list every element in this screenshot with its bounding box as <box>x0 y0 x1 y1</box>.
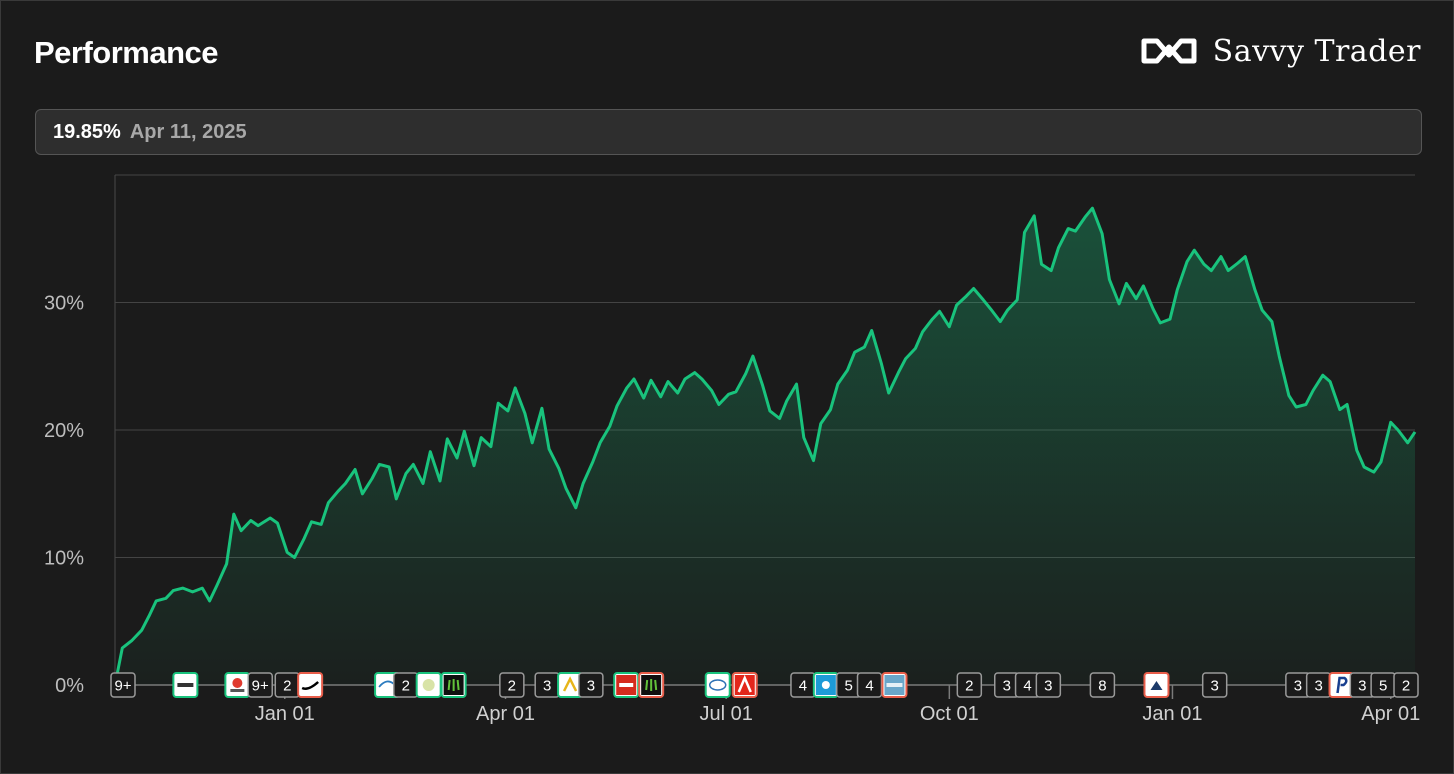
marker-count: 4 <box>1023 678 1031 695</box>
trade-count-marker[interactable]: 2 <box>1393 672 1419 698</box>
trade-count-marker[interactable]: 9+ <box>247 672 273 698</box>
monster-logo-icon <box>638 672 665 698</box>
trade-logo-marker[interactable] <box>224 672 251 698</box>
trade-count-marker[interactable]: 3 <box>1201 672 1228 698</box>
marker-count: 2 <box>965 678 973 695</box>
trade-logo-marker[interactable] <box>731 672 758 698</box>
marker-count: 2 <box>508 678 516 695</box>
marker-count: 3 <box>1211 678 1219 695</box>
mountain-logo-icon <box>1143 672 1170 698</box>
performance-area <box>115 208 1415 685</box>
y-tick-label: 30% <box>44 293 84 315</box>
y-tick-label: 10% <box>44 548 84 570</box>
marker-count: 3 <box>587 678 595 695</box>
performance-chart[interactable]: 0% 10% 20% 30% Jan 01 Apr 01 Jul 01 Oct 01 Jan … <box>0 0 1454 774</box>
marker-count: 3 <box>1044 678 1052 695</box>
starbucks-logo-icon <box>415 672 442 698</box>
trade-count-marker[interactable]: 5 <box>1370 672 1396 698</box>
y-tick-label: 20% <box>44 420 84 442</box>
y-tick-label: 0% <box>55 675 84 697</box>
trade-count-marker[interactable]: 8 <box>1089 672 1116 698</box>
marker-count: 4 <box>799 678 807 695</box>
adobe-logo-icon <box>731 672 758 698</box>
trade-logo-marker[interactable] <box>440 672 467 698</box>
x-tick-label: Jul 01 <box>700 703 753 725</box>
marker-count: 3 <box>1003 678 1011 695</box>
marker-count: 4 <box>865 678 873 695</box>
logo-mark <box>886 683 903 687</box>
x-tick-label: Apr 01 <box>476 703 535 725</box>
trade-logo-marker[interactable] <box>297 672 324 698</box>
x-tick-label: Jan 01 <box>255 703 315 725</box>
marker-count: 3 <box>1314 678 1322 695</box>
trade-count-marker[interactable]: 3 <box>1035 672 1062 698</box>
incyte-logo-icon <box>704 672 731 698</box>
trade-count-marker[interactable]: 3 <box>578 672 604 698</box>
marker-count: 3 <box>543 678 551 695</box>
trade-count-marker[interactable]: 2 <box>393 672 419 698</box>
logo-dot <box>821 681 830 689</box>
trade-count-marker[interactable]: 4 <box>790 672 816 698</box>
marker-count: 3 <box>1358 678 1366 695</box>
marker-count: 5 <box>845 678 853 695</box>
adp-logo-icon <box>613 672 640 698</box>
y-axis: 0% 10% 20% 30% <box>44 293 84 698</box>
trade-count-marker[interactable]: 3 <box>1305 672 1332 698</box>
trade-logo-marker[interactable] <box>638 672 665 698</box>
marker-count: 9+ <box>252 678 269 695</box>
trade-logo-marker[interactable] <box>1143 672 1170 698</box>
monster-logo-icon <box>440 672 467 698</box>
trade-count-marker[interactable]: 4 <box>856 672 883 698</box>
ametek-logo-icon <box>172 672 199 698</box>
logo-mark <box>422 679 435 691</box>
sun-logo-icon <box>812 672 839 698</box>
marker-count: 2 <box>402 678 410 695</box>
trade-logo-marker[interactable] <box>613 672 640 698</box>
trade-count-marker[interactable]: 9+ <box>110 672 136 698</box>
trade-logo-marker[interactable] <box>704 672 731 698</box>
x-tick-label: Oct 01 <box>920 703 979 725</box>
trade-logo-marker[interactable] <box>415 672 442 698</box>
trade-count-marker[interactable]: 2 <box>956 672 983 698</box>
trade-logo-marker[interactable] <box>812 672 839 698</box>
x-tick-label: Jan 01 <box>1142 703 1202 725</box>
logo-text <box>177 683 194 687</box>
x-tick-label: Apr 01 <box>1361 703 1420 725</box>
logo-mark <box>232 678 243 688</box>
trade-count-marker[interactable]: 2 <box>274 672 301 698</box>
marker-count: 8 <box>1098 678 1106 695</box>
marker-count: 3 <box>1294 678 1302 695</box>
globe-logo-icon <box>881 672 908 698</box>
microchip-logo-icon <box>224 672 251 698</box>
logo-box <box>297 672 324 698</box>
trade-count-marker[interactable]: 3 <box>534 672 560 698</box>
trade-logo-marker[interactable] <box>881 672 908 698</box>
logo-text <box>230 689 245 692</box>
nike-logo-icon <box>297 672 324 698</box>
marker-count: 2 <box>1402 678 1410 695</box>
marker-count: 5 <box>1379 678 1387 695</box>
marker-count: 9+ <box>114 678 131 695</box>
trade-logo-marker[interactable] <box>172 672 199 698</box>
trade-count-marker[interactable]: 2 <box>499 672 525 698</box>
logo-mark <box>619 683 634 687</box>
marker-count: 2 <box>283 678 291 695</box>
